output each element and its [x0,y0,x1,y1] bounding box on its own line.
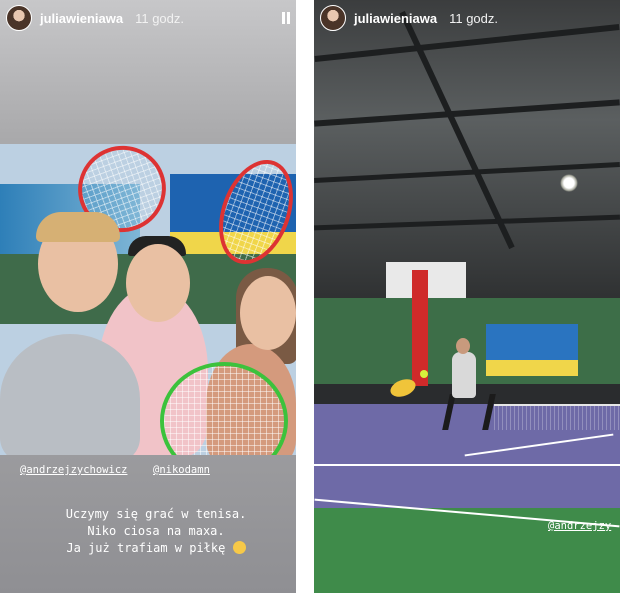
profile-avatar[interactable] [320,5,346,31]
player-head [456,338,470,354]
court-line [314,464,620,466]
mention-link[interactable]: @andrzejzychowicz [20,464,127,476]
laughing-emoji-icon [232,541,246,554]
court-banner [486,324,578,376]
tennis-ball [420,370,428,378]
profile-avatar[interactable] [6,5,32,31]
story-left[interactable]: juliawieniawa 11 godz. @andrzejzychowicz… [0,0,296,593]
person-hair [36,212,120,242]
caption-line: Ja już trafiam w piłkę [20,540,292,557]
caption-line: Uczymy się grać w tenisa. [65,507,247,521]
username[interactable]: juliawieniawa [40,11,123,26]
post-time: 11 godz. [449,10,499,26]
roof-beam [314,99,620,127]
username[interactable]: juliawieniawa [354,11,437,26]
ceiling-light [560,174,578,192]
tennis-net [494,404,620,430]
pause-icon[interactable] [282,12,290,24]
story-right[interactable]: juliawieniawa 11 godz. @andrzejzy [314,0,620,593]
caption-line-text: Ja już trafiam w piłkę [66,541,226,555]
roof-beam [314,214,620,231]
person-face [126,244,190,322]
player-body [452,352,476,398]
person-face [240,276,296,350]
caption-line: Niko ciosa na maxa. [87,524,225,538]
mentions: @andrzejzychowicz @nikodamn [20,464,296,480]
story-header: juliawieniawa 11 godz. [320,4,614,32]
selfie-photo [0,144,296,455]
person-body [0,334,140,455]
sponsor-banner [412,270,428,386]
mention-link[interactable]: @nikodamn [153,464,210,476]
court-line [464,433,614,457]
story-header: juliawieniawa 11 godz. [6,4,290,32]
story-caption: Uczymy się grać w tenisa. Niko ciosa na … [20,506,292,557]
post-time: 11 godz. [135,10,185,26]
player-legs [442,394,496,430]
mention-link[interactable]: @andrzejzy [548,520,611,532]
hall-roof [314,0,620,300]
